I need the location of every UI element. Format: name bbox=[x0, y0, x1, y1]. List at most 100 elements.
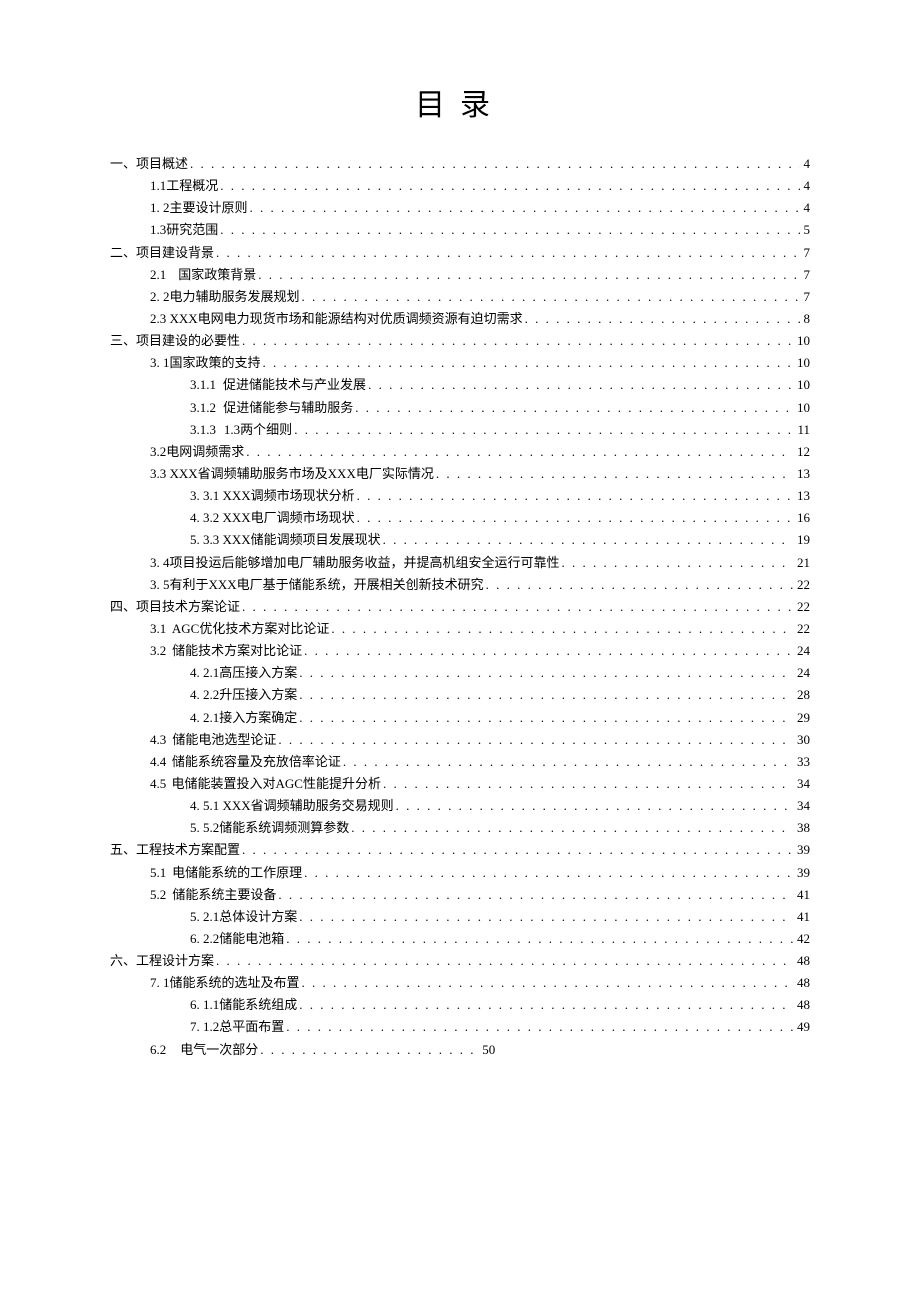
toc-entry: 5.1电储能系统的工作原理39 bbox=[110, 863, 810, 883]
toc-entry-page: 10 bbox=[793, 331, 810, 351]
toc-entry-page: 39 bbox=[793, 863, 810, 883]
toc-entry-page: 10 bbox=[793, 353, 810, 373]
toc-entry-label: 3.1.2 bbox=[190, 398, 218, 418]
toc-entry-page: 19 bbox=[793, 530, 810, 550]
toc-leader-dots bbox=[299, 685, 793, 705]
toc-entry-label: 3. 1国家政策的支持 bbox=[150, 353, 263, 373]
toc-entry-label: 1. 2主要设计原则 bbox=[150, 198, 250, 218]
toc-leader-dots bbox=[351, 818, 793, 838]
toc-entry-label2: 1.3两个细则 bbox=[224, 420, 294, 440]
toc-leader-dots bbox=[343, 752, 793, 772]
toc-entry-label2: 储能电池选型论证 bbox=[172, 730, 278, 750]
toc-entry-page: 30 bbox=[793, 730, 810, 750]
toc-entry-label: 4.5 bbox=[150, 774, 168, 794]
toc-entry-label: 一、项目概述 bbox=[110, 154, 190, 174]
toc-entry-page: 22 bbox=[793, 575, 810, 595]
toc-leader-dots bbox=[250, 198, 800, 218]
toc-entry: 4.4储能系统容量及充放倍率论证33 bbox=[110, 752, 810, 772]
toc-entry: 5. 3.3 XXX储能调频项目发展现状 19 bbox=[110, 530, 810, 550]
toc-entry-label2: 电储能装置投入对AGC性能提升分析 bbox=[172, 774, 383, 794]
toc-entry-page: 10 bbox=[793, 398, 810, 418]
toc-leader-dots bbox=[299, 708, 793, 728]
toc-entry: 3.3 XXX省调频辅助服务市场及XXX电厂实际情况 13 bbox=[110, 464, 810, 484]
toc-entry-label: 7. 1储能系统的选址及布置 bbox=[150, 973, 302, 993]
toc-leader-dots bbox=[486, 575, 793, 595]
toc-entry: 3.1AGC优化技术方案对比论证 22 bbox=[110, 619, 810, 639]
toc-leader-dots bbox=[299, 995, 793, 1015]
toc-entry-label: 2.3 XXX电网电力现货市场和能源结构对优质调频资源有迫切需求 bbox=[150, 309, 525, 329]
toc-entry-page: 24 bbox=[793, 663, 810, 683]
toc-entry: 3.1.31.3两个细则11 bbox=[110, 420, 810, 440]
toc-entry-page: 38 bbox=[793, 818, 810, 838]
toc-entry: 6.2电气一次部分50 bbox=[110, 1040, 810, 1060]
toc-entry-label2: 促进储能技术与产业发展 bbox=[223, 375, 368, 395]
toc-entry: 6. 1.1储能系统组成48 bbox=[110, 995, 810, 1015]
toc-leader-dots bbox=[263, 353, 793, 373]
toc-entry: 六、工程设计方案48 bbox=[110, 951, 810, 971]
toc-entry-page: 4 bbox=[800, 176, 811, 196]
toc-entry-page: 49 bbox=[793, 1017, 810, 1037]
toc-entry-label: 2. 2电力辅助服务发展规划 bbox=[150, 287, 302, 307]
toc-entry-label: 4.4 bbox=[150, 752, 168, 772]
toc-entry: 4. 3.2 XXX电厂调频市场现状16 bbox=[110, 508, 810, 528]
toc-entry-label2: AGC优化技术方案对比论证 bbox=[172, 619, 331, 639]
toc-entry-page: 10 bbox=[793, 375, 810, 395]
toc-leader-dots bbox=[278, 730, 793, 750]
toc-entry-page: 22 bbox=[793, 597, 810, 617]
toc-entry: 2.1国家政策背景7 bbox=[110, 265, 810, 285]
toc-entry: 1.3研究范围5 bbox=[110, 220, 810, 240]
toc-leader-dots bbox=[525, 309, 800, 329]
toc-entry: 4.3储能电池选型论证 30 bbox=[110, 730, 810, 750]
toc-entry-page: 13 bbox=[793, 464, 810, 484]
toc-entry: 6. 2.2储能电池箱42 bbox=[110, 929, 810, 949]
toc-leader-dots bbox=[299, 907, 793, 927]
toc-entry-label: 六、工程设计方案 bbox=[110, 951, 216, 971]
toc-leader-dots bbox=[216, 951, 793, 971]
toc-entry: 五、工程技术方案配置39 bbox=[110, 840, 810, 860]
toc-leader-dots bbox=[299, 663, 793, 683]
toc-entry: 4.5电储能装置投入对AGC性能提升分析34 bbox=[110, 774, 810, 794]
toc-entry-page: 50 bbox=[480, 1040, 495, 1060]
toc-entry-label: 6. 2.2储能电池箱 bbox=[190, 929, 286, 949]
toc-entry-label: 3. 4项目投运后能够增加电厂辅助服务收益，并提高机组安全运行可靠性 bbox=[150, 553, 562, 573]
toc-entry-page: 12 bbox=[793, 442, 810, 462]
toc-entry-label: 4.3 bbox=[150, 730, 168, 750]
toc-entry-label: 4. 3.2 XXX电厂调频市场现状 bbox=[190, 508, 357, 528]
toc-entry: 3.1.2促进储能参与辅助服务 10 bbox=[110, 398, 810, 418]
toc-leader-dots bbox=[220, 220, 799, 240]
toc-entry-label: 3. 3.1 XXX调频市场现状分析 bbox=[190, 486, 357, 506]
toc-entry-page: 11 bbox=[793, 420, 810, 440]
toc-entry-page: 34 bbox=[793, 796, 810, 816]
toc-entry-label2: 促进储能参与辅助服务 bbox=[223, 398, 355, 418]
toc-entry-page: 21 bbox=[793, 553, 810, 573]
toc-entry: 3.2储能技术方案对比论证24 bbox=[110, 641, 810, 661]
toc-title: 目录 bbox=[110, 80, 810, 124]
toc-entry: 4. 2.1接入方案确定29 bbox=[110, 708, 810, 728]
toc-leader-dots bbox=[304, 863, 793, 883]
toc-entry-label: 四、项目技术方案论证 bbox=[110, 597, 242, 617]
toc-entry-page: 7 bbox=[800, 287, 811, 307]
toc-entry-page: 48 bbox=[793, 973, 810, 993]
toc-entry-label: 5.2 bbox=[150, 885, 168, 905]
toc-entry: 3. 4项目投运后能够增加电厂辅助服务收益，并提高机组安全运行可靠性 21 bbox=[110, 553, 810, 573]
toc-page: 目录 一、项目概述41.1工程概况41. 2主要设计原则41.3研究范围5二、项… bbox=[0, 0, 920, 1102]
toc-entry-label: 7. 1.2总平面布置 bbox=[190, 1017, 286, 1037]
toc-entry-page: 7 bbox=[800, 243, 811, 263]
toc-leader-dots bbox=[357, 486, 793, 506]
toc-leader-dots bbox=[286, 1017, 793, 1037]
toc-leader-dots bbox=[436, 464, 793, 484]
toc-entry-label: 2.1 bbox=[150, 265, 168, 285]
toc-entry-label: 6.2 bbox=[150, 1040, 168, 1060]
toc-leader-dots bbox=[304, 641, 793, 661]
toc-entry-label: 3.1 bbox=[150, 619, 168, 639]
toc-entry-page: 22 bbox=[793, 619, 810, 639]
toc-leader-dots bbox=[242, 597, 793, 617]
toc-entry-label: 3.3 XXX省调频辅助服务市场及XXX电厂实际情况 bbox=[150, 464, 436, 484]
toc-entry: 5. 5.2储能系统调频测算参数38 bbox=[110, 818, 810, 838]
toc-leader-dots bbox=[242, 331, 793, 351]
toc-leader-dots bbox=[190, 154, 799, 174]
toc-leader-dots bbox=[220, 176, 799, 196]
toc-leader-dots bbox=[242, 840, 793, 860]
toc-leader-dots bbox=[383, 530, 793, 550]
toc-entry: 四、项目技术方案论证 22 bbox=[110, 597, 810, 617]
